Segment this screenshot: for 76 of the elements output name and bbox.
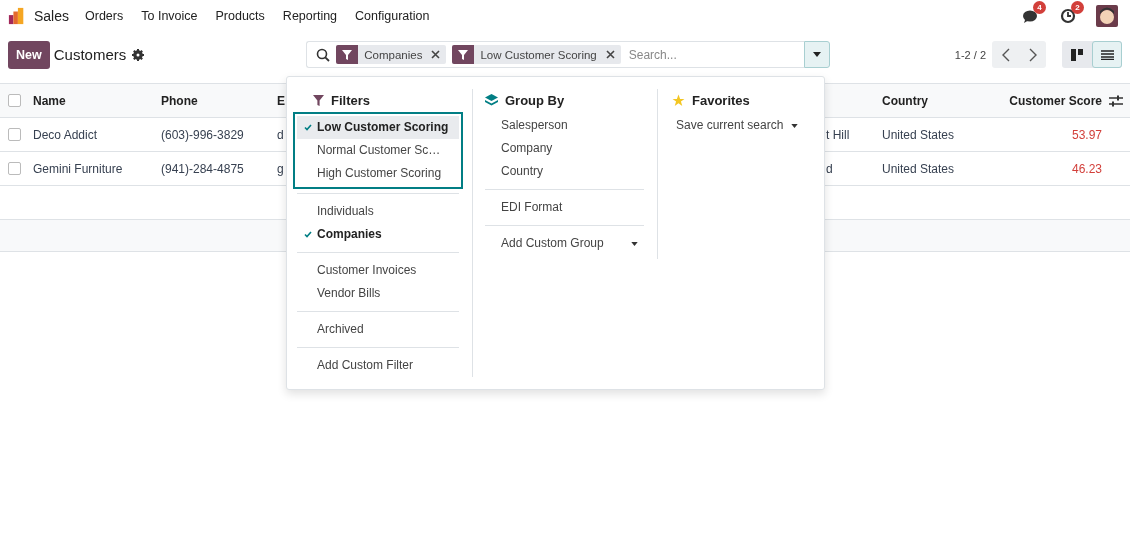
table-cell: 53.97 <box>1071 127 1102 142</box>
messages-badge: 4 <box>1033 0 1046 14</box>
table-cell: g <box>277 161 284 176</box>
favorites-heading: Favorites <box>692 92 750 108</box>
group-by-option[interactable]: Salesperson <box>485 114 644 137</box>
filter-option[interactable]: Vendor Bills <box>297 282 459 305</box>
app-name[interactable]: Sales <box>34 7 70 24</box>
filter-option[interactable]: Add Custom Filter <box>297 354 459 377</box>
table-cell: (603)-996-3829 <box>161 127 244 142</box>
filter-option[interactable]: Customer Invoices <box>297 259 459 282</box>
row-checkbox[interactable] <box>8 128 21 141</box>
caret-icon <box>631 241 638 246</box>
app-logo-icon[interactable] <box>8 6 26 25</box>
pager-value[interactable]: 1-2 / 2 <box>954 48 986 61</box>
table-cell: t Hill <box>826 127 850 142</box>
table-cell: d <box>277 127 284 142</box>
column-header[interactable]: Country <box>882 93 928 108</box>
column-settings-icon[interactable] <box>1109 94 1123 107</box>
select-all-checkbox[interactable] <box>8 94 21 107</box>
menu-item[interactable]: Orders <box>85 8 124 23</box>
menu-item[interactable]: Products <box>215 8 265 23</box>
search-icon <box>316 47 331 62</box>
kanban-icon <box>1071 48 1083 61</box>
column-header[interactable]: Name <box>33 93 66 108</box>
search-field[interactable]: Companies Low Customer Scoring Search... <box>306 41 805 68</box>
list-icon <box>1100 49 1114 60</box>
page-title: Customers <box>53 46 127 63</box>
table-cell: 46.23 <box>1071 161 1102 176</box>
facet-label: Low Customer Scoring <box>480 48 597 61</box>
table-cell: d <box>826 161 833 176</box>
activities-badge: 2 <box>1071 0 1084 14</box>
filter-option[interactable]: Archived <box>297 318 459 341</box>
row-checkbox[interactable] <box>8 162 21 175</box>
filter-option[interactable]: Normal Customer Sc… <box>297 139 459 162</box>
filters-heading: Filters <box>331 92 370 108</box>
checkmark-icon <box>304 231 312 238</box>
clock-icon[interactable] <box>1060 7 1076 24</box>
chevron-left-icon <box>1001 47 1010 62</box>
filter-icon <box>342 49 353 60</box>
star-icon <box>672 93 685 107</box>
filter-option[interactable]: Low Customer Scoring <box>297 116 459 139</box>
menu-item[interactable]: To Invoice <box>141 8 198 23</box>
layers-icon <box>485 93 498 107</box>
filter-icon <box>313 94 324 106</box>
table-cell: Gemini Furniture <box>33 161 123 176</box>
avatar-icon[interactable] <box>1096 4 1118 27</box>
list-view-button[interactable] <box>1092 41 1122 68</box>
close-icon[interactable] <box>431 50 441 59</box>
menu-item[interactable]: Reporting <box>282 8 338 23</box>
column-header[interactable]: E <box>277 93 285 108</box>
group-by-option[interactable]: Country <box>485 160 644 183</box>
column-header[interactable]: Phone <box>161 93 198 108</box>
filter-option[interactable]: Individuals <box>297 200 459 223</box>
close-icon[interactable] <box>605 50 615 59</box>
chevron-right-icon <box>1028 47 1037 62</box>
filter-option[interactable]: High Customer Scoring <box>297 162 459 185</box>
caret-icon <box>791 123 799 128</box>
table-cell: Deco Addict <box>33 127 98 142</box>
gear-icon[interactable] <box>132 48 145 61</box>
table-cell: United States <box>882 127 955 142</box>
caret-icon <box>813 52 822 57</box>
filter-option[interactable]: Companies <box>297 223 459 246</box>
checkmark-icon <box>304 124 312 131</box>
add-custom-group-select[interactable]: Add Custom Group <box>485 232 644 255</box>
facet-label: Companies <box>364 48 423 61</box>
table-cell: (941)-284-4875 <box>161 161 244 176</box>
group-by-option[interactable]: EDI Format <box>485 196 644 219</box>
menu-item[interactable]: Configuration <box>355 8 430 23</box>
group-by-heading: Group By <box>505 92 565 108</box>
filter-icon <box>458 49 469 60</box>
search-options-button[interactable] <box>804 41 831 68</box>
save-search-toggle[interactable]: Save current search <box>672 114 824 137</box>
column-header[interactable]: Customer Score <box>1009 93 1102 108</box>
table-cell: United States <box>882 161 955 176</box>
group-by-option[interactable]: Company <box>485 137 644 160</box>
new-button[interactable]: New <box>8 40 50 69</box>
